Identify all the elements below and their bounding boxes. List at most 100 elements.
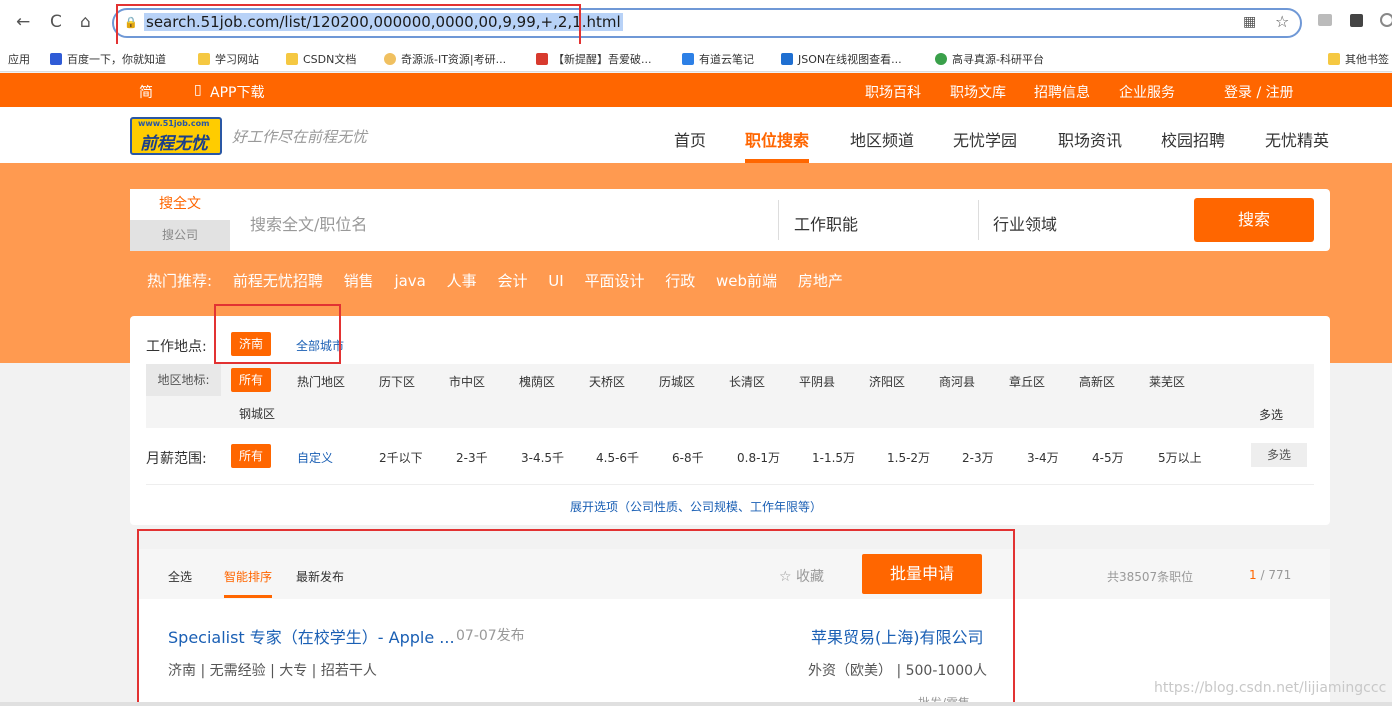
salary-custom-link[interactable]: 自定义 bbox=[297, 449, 333, 466]
back-icon[interactable]: ← bbox=[16, 12, 30, 32]
salary-option[interactable]: 1.5-2万 bbox=[887, 449, 930, 466]
logo-domain: www.51job.com bbox=[138, 119, 210, 128]
qr-icon[interactable]: ▦ bbox=[1243, 14, 1256, 30]
nav-campus[interactable]: 校园招聘 bbox=[1161, 127, 1225, 151]
area-option[interactable]: 天桥区 bbox=[589, 373, 625, 390]
note-icon bbox=[682, 53, 694, 65]
area-option[interactable]: 莱芜区 bbox=[1149, 373, 1185, 390]
profile-icon[interactable] bbox=[1380, 13, 1392, 27]
salary-option[interactable]: 6-8千 bbox=[672, 449, 704, 466]
salary-option[interactable]: 2千以下 bbox=[379, 449, 423, 466]
salary-all[interactable]: 所有 bbox=[231, 444, 272, 468]
area-option[interactable]: 平阴县 bbox=[799, 373, 835, 390]
salary-option[interactable]: 4-5万 bbox=[1092, 449, 1124, 466]
industry-select[interactable]: 行业领域 bbox=[993, 211, 1057, 235]
salary-option[interactable]: 0.8-1万 bbox=[737, 449, 780, 466]
divider bbox=[778, 200, 779, 240]
salary-option[interactable]: 3-4万 bbox=[1027, 449, 1059, 466]
bookmark-baidu[interactable]: 百度一下，你就知道 bbox=[50, 51, 166, 67]
topbar-link-zhaopin[interactable]: 招聘信息 bbox=[1034, 82, 1090, 102]
site-header: www.51job.com 前程无忧 好工作尽在前程无忧 首页 职位搜索 地区频… bbox=[0, 107, 1392, 163]
salary-option[interactable]: 5万以上 bbox=[1158, 449, 1202, 466]
site-topbar: 简 ▯ APP下载 职场百科 职场文库 招聘信息 企业服务 登录 / 注册 bbox=[0, 73, 1392, 107]
hot-link[interactable]: web前端 bbox=[716, 272, 777, 290]
nav-home[interactable]: 首页 bbox=[674, 127, 706, 151]
watermark: https://blog.csdn.net/lijiamingccc bbox=[1154, 680, 1387, 696]
salary-option[interactable]: 1-1.5万 bbox=[812, 449, 855, 466]
hot-link[interactable]: java bbox=[394, 272, 425, 290]
salary-option[interactable]: 2-3万 bbox=[962, 449, 994, 466]
reload-icon[interactable]: C bbox=[50, 12, 62, 32]
pagination: 1 / 771 bbox=[1249, 568, 1291, 582]
bookmark-52pojie[interactable]: 【新提醒】吾爱破... bbox=[536, 51, 652, 67]
salary-label: 月薪范围: bbox=[146, 451, 207, 467]
bookmark-qiyuanpai[interactable]: 奇源派-IT资源|考研... bbox=[384, 51, 506, 67]
salary-option[interactable]: 4.5-6千 bbox=[596, 449, 639, 466]
nav-job-search[interactable]: 职位搜索 bbox=[745, 127, 809, 151]
site-logo[interactable]: www.51job.com 前程无忧 bbox=[130, 117, 222, 155]
total-pages: / 771 bbox=[1260, 568, 1292, 582]
area-option[interactable]: 槐荫区 bbox=[519, 373, 555, 390]
search-button[interactable]: 搜索 bbox=[1194, 198, 1314, 242]
extension-icon[interactable] bbox=[1318, 14, 1332, 26]
nav-news[interactable]: 职场资讯 bbox=[1058, 127, 1122, 151]
area-option[interactable]: 钢城区 bbox=[239, 405, 275, 422]
excel-extension-icon[interactable] bbox=[1350, 14, 1363, 27]
area-option[interactable]: 长清区 bbox=[729, 373, 765, 390]
bookmark-csdn[interactable]: CSDN文档 bbox=[286, 51, 356, 67]
bookmark-others[interactable]: 其他书签 bbox=[1328, 51, 1389, 67]
nav-elite[interactable]: 无忧精英 bbox=[1265, 127, 1329, 151]
area-option[interactable]: 热门地区 bbox=[297, 373, 345, 390]
area-option[interactable]: 济阳区 bbox=[869, 373, 905, 390]
hot-recommendations: 热门推荐: 前程无忧招聘 销售 java 人事 会计 UI 平面设计 行政 we… bbox=[147, 270, 859, 291]
simplified-link[interactable]: 简 bbox=[139, 82, 153, 102]
folder-icon bbox=[1328, 53, 1340, 65]
salary-option[interactable]: 3-4.5千 bbox=[521, 449, 564, 466]
keyword-input[interactable]: 搜索全文/职位名 bbox=[250, 211, 367, 235]
horizontal-scrollbar[interactable] bbox=[0, 702, 1392, 706]
topbar-link-baike[interactable]: 职场百科 bbox=[865, 82, 921, 102]
hot-link[interactable]: 行政 bbox=[665, 272, 695, 290]
topbar-link-enterprise[interactable]: 企业服务 bbox=[1119, 82, 1175, 102]
home-icon[interactable]: ⌂ bbox=[80, 12, 91, 32]
area-option[interactable]: 章丘区 bbox=[1009, 373, 1045, 390]
bookmarks-bar: 应用 百度一下，你就知道 学习网站 CSDN文档 奇源派-IT资源|考研... … bbox=[0, 44, 1392, 72]
tab-search-fulltext[interactable]: 搜全文 bbox=[130, 189, 230, 220]
app-download-link[interactable]: APP下载 bbox=[210, 82, 264, 102]
expand-options-link[interactable]: 展开选项（公司性质、公司规模、工作年限等） bbox=[0, 498, 1392, 515]
bookmark-learning[interactable]: 学习网站 bbox=[198, 51, 259, 67]
total-jobs-count: 共38507条职位 bbox=[1107, 570, 1194, 584]
hot-link[interactable]: UI bbox=[548, 272, 563, 290]
bookmark-gaoxun[interactable]: 高寻真源-科研平台 bbox=[935, 51, 1044, 67]
52pojie-icon bbox=[536, 53, 548, 65]
hot-link[interactable]: 会计 bbox=[497, 272, 527, 290]
nav-academy[interactable]: 无忧学园 bbox=[953, 127, 1017, 151]
area-option[interactable]: 历下区 bbox=[379, 373, 415, 390]
topbar-link-wenku[interactable]: 职场文库 bbox=[950, 82, 1006, 102]
hot-link[interactable]: 房地产 bbox=[798, 272, 843, 290]
nav-region[interactable]: 地区频道 bbox=[850, 127, 914, 151]
hot-link[interactable]: 平面设计 bbox=[584, 272, 644, 290]
tab-search-company[interactable]: 搜公司 bbox=[130, 220, 230, 251]
area-option[interactable]: 历城区 bbox=[659, 373, 695, 390]
folder-icon bbox=[286, 53, 298, 65]
bookmark-youdao[interactable]: 有道云笔记 bbox=[682, 51, 754, 67]
hot-link[interactable]: 前程无忧招聘 bbox=[233, 272, 323, 290]
bookmark-json[interactable]: JSON在线视图查看... bbox=[781, 51, 902, 67]
area-multi-select[interactable]: 多选 bbox=[1259, 406, 1283, 423]
gaoxun-icon bbox=[935, 53, 947, 65]
hot-link[interactable]: 销售 bbox=[344, 272, 374, 290]
salary-multi-select[interactable]: 多选 bbox=[1251, 443, 1307, 467]
job-function-select[interactable]: 工作职能 bbox=[794, 211, 858, 235]
area-option[interactable]: 商河县 bbox=[939, 373, 975, 390]
area-all[interactable]: 所有 bbox=[231, 368, 272, 392]
paw-icon bbox=[50, 53, 62, 65]
area-option[interactable]: 高新区 bbox=[1079, 373, 1115, 390]
hot-link[interactable]: 人事 bbox=[447, 272, 477, 290]
salary-option[interactable]: 2-3千 bbox=[456, 449, 488, 466]
star-icon[interactable]: ☆ bbox=[1275, 12, 1289, 31]
bookmark-apps[interactable]: 应用 bbox=[8, 51, 30, 67]
area-option[interactable]: 市中区 bbox=[449, 373, 485, 390]
hot-label: 热门推荐: bbox=[147, 272, 213, 290]
login-register-link[interactable]: 登录 / 注册 bbox=[1224, 82, 1294, 102]
